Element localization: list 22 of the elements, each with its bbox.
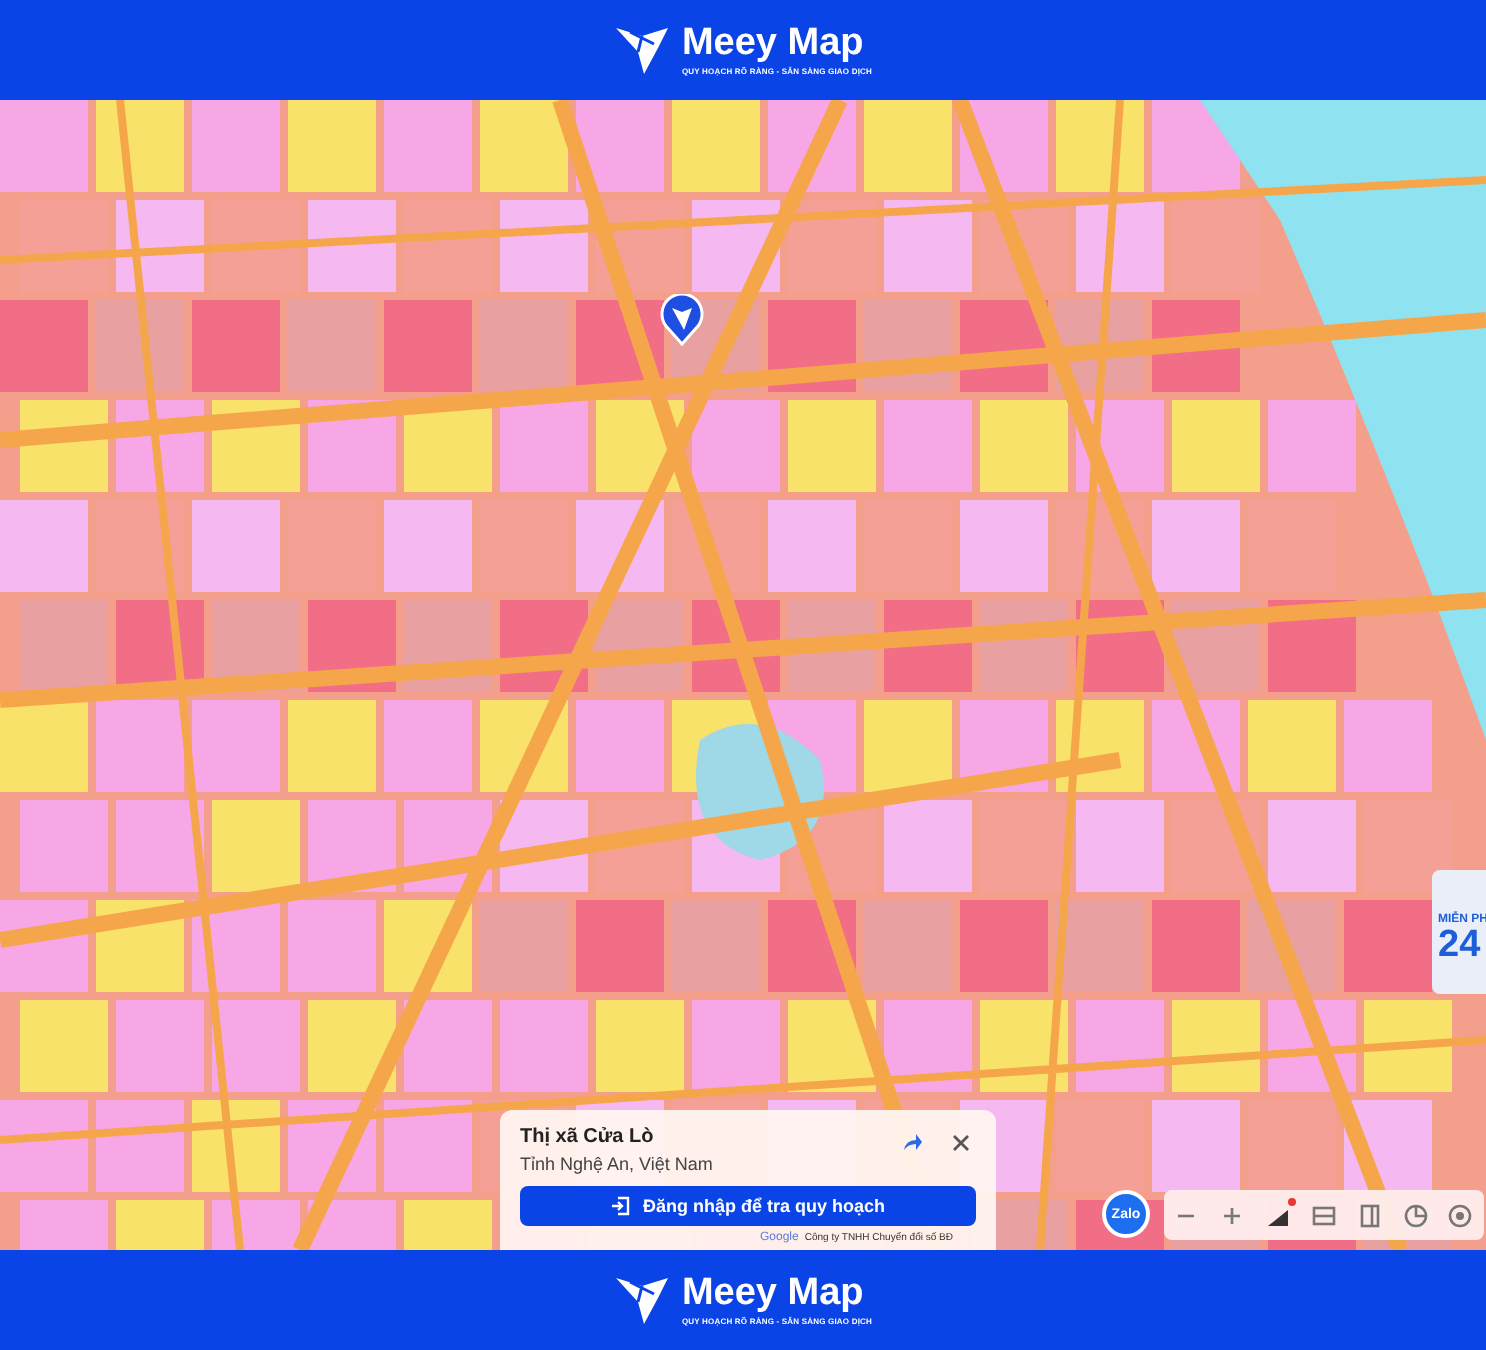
locate-icon: [1448, 1203, 1473, 1227]
panel-button[interactable]: [1355, 1201, 1384, 1229]
split-button[interactable]: [1309, 1201, 1338, 1229]
chart-button[interactable]: [1401, 1201, 1430, 1229]
locate-button[interactable]: [1446, 1201, 1475, 1229]
promo-number: 24: [1438, 926, 1481, 964]
close-icon: [951, 1133, 969, 1151]
map-pin-icon: [660, 294, 704, 346]
share-icon: [900, 1130, 924, 1154]
brand-name: Meey Map: [681, 24, 864, 66]
split-view-icon: [1311, 1203, 1336, 1227]
side-panel-icon: [1357, 1203, 1382, 1227]
logo-icon: [613, 24, 670, 76]
login-button[interactable]: Đăng nhập để tra quy hoạch: [520, 1186, 976, 1226]
place-subtitle: Tỉnh Nghệ An, Việt Nam: [520, 1154, 715, 1174]
layers-button[interactable]: [1264, 1201, 1293, 1229]
zoom-in-icon: [1222, 1205, 1243, 1225]
place-title: Thị xã Cửa Lò: [520, 1126, 656, 1148]
logo-icon: [613, 1274, 670, 1326]
login-icon: [610, 1196, 631, 1216]
pie-chart-icon: [1403, 1203, 1428, 1227]
brand-name: Meey Map: [681, 1274, 864, 1316]
